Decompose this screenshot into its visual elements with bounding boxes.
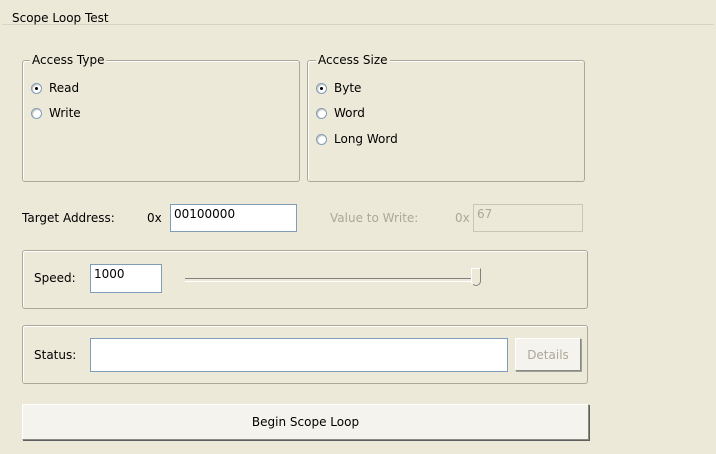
radio-read[interactable]: Read — [31, 79, 79, 97]
radio-word-label: Word — [334, 106, 365, 120]
speed-slider-thumb[interactable] — [471, 268, 481, 286]
radio-write[interactable]: Write — [31, 104, 81, 122]
radio-word[interactable]: Word — [316, 104, 365, 122]
radio-read-label: Read — [49, 81, 80, 95]
target-address-prefix: 0x — [147, 211, 162, 225]
begin-scope-loop-button[interactable]: Begin Scope Loop — [22, 404, 589, 440]
radio-read-button[interactable] — [31, 82, 42, 94]
value-to-write-input[interactable]: 67 — [473, 204, 583, 232]
target-address-input[interactable]: 00100000 — [170, 204, 297, 232]
access-type-legend: Access Type — [30, 53, 107, 67]
tab-scope-loop-test[interactable]: Scope Loop Test — [2, 0, 714, 25]
target-address-label: Target Address: — [22, 211, 115, 225]
status-label: Status: — [34, 348, 77, 362]
radio-byte-label: Byte — [334, 81, 362, 95]
status-field — [90, 338, 508, 372]
radio-byte-button[interactable] — [316, 82, 327, 94]
value-to-write-label: Value to Write: — [330, 211, 419, 225]
speed-input[interactable]: 1000 — [90, 264, 162, 293]
radio-long-word-button[interactable] — [316, 133, 327, 145]
radio-byte[interactable]: Byte — [316, 79, 361, 97]
radio-word-button[interactable] — [316, 107, 327, 119]
details-button[interactable]: Details — [515, 338, 581, 371]
value-to-write-prefix: 0x — [455, 211, 470, 225]
speed-slider-track[interactable] — [185, 278, 477, 282]
radio-long-word[interactable]: Long Word — [316, 130, 398, 148]
tab-label: Scope Loop Test — [12, 11, 109, 25]
radio-long-word-label: Long Word — [334, 132, 398, 146]
radio-write-button[interactable] — [31, 107, 42, 119]
radio-write-label: Write — [49, 106, 81, 120]
access-size-legend: Access Size — [316, 53, 390, 67]
speed-label: Speed: — [34, 271, 76, 285]
